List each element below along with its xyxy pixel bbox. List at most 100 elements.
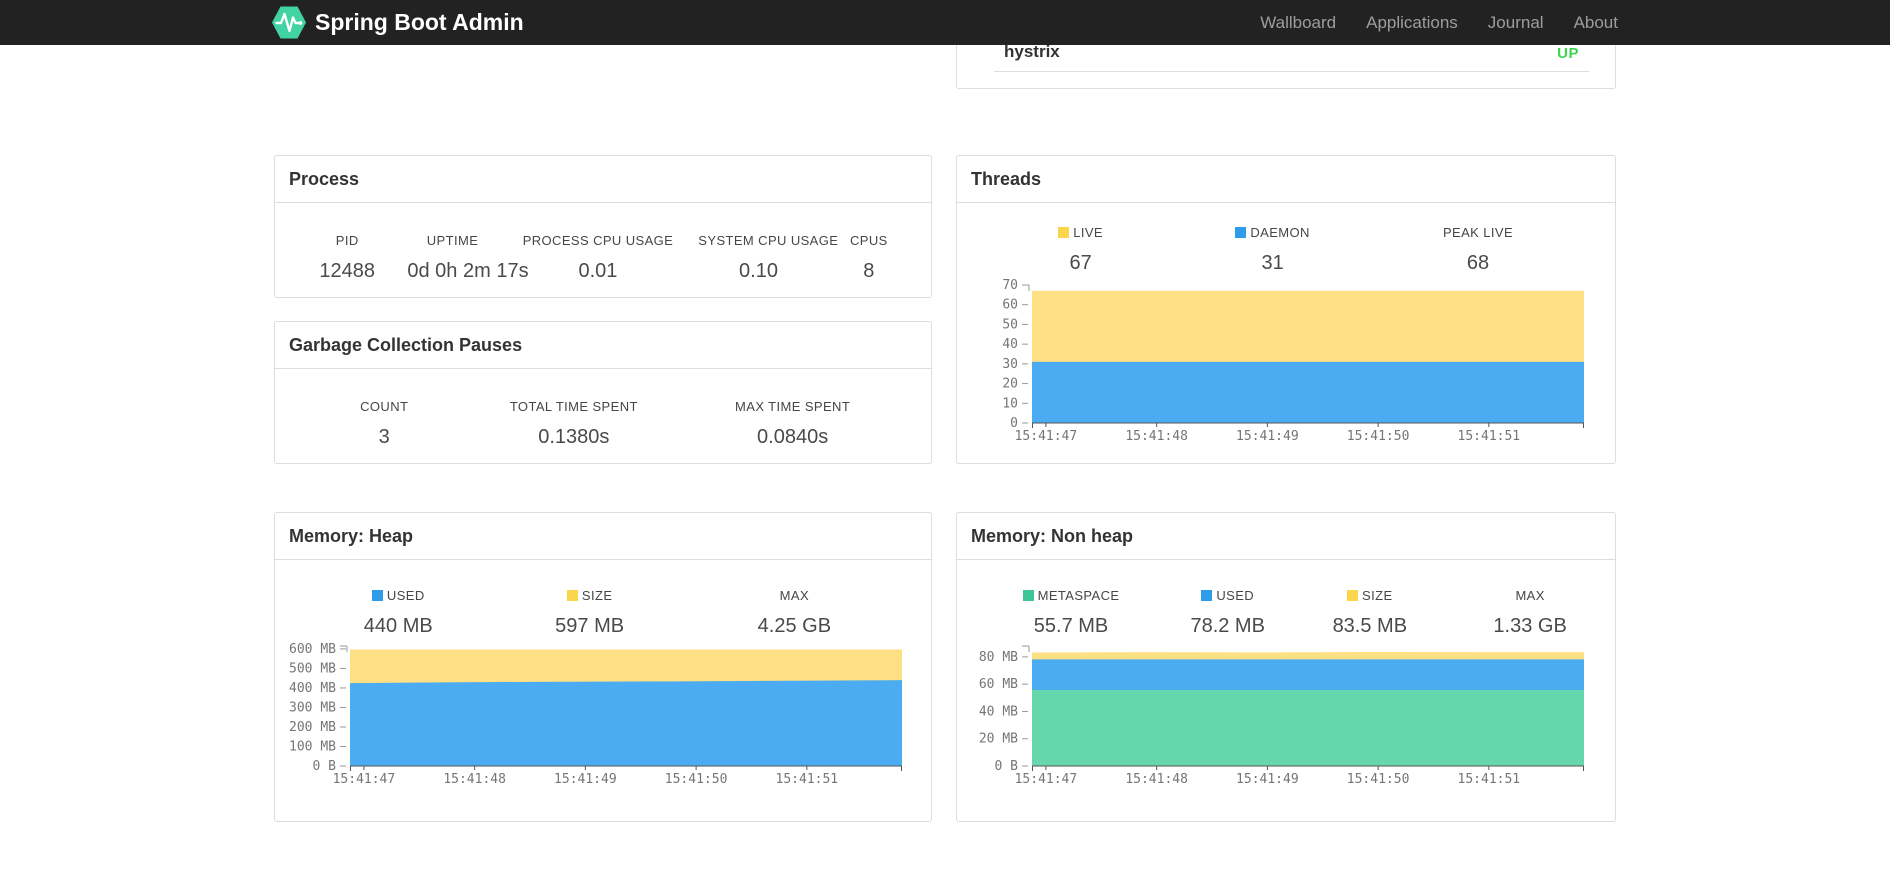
stat-size: SIZE 597 MB (510, 588, 670, 638)
brand-link[interactable]: Spring Boot Admin (272, 4, 524, 41)
gc-panel-title: Garbage Collection Pauses (275, 322, 931, 369)
stat-label: USED (287, 588, 510, 604)
stat-process-cpu-usage: PROCESS CPU USAGE 0.01 (498, 233, 699, 283)
svg-text:100 MB: 100 MB (289, 739, 336, 754)
svg-text:15:41:50: 15:41:50 (665, 772, 728, 787)
stat-pid: PID 12488 (287, 233, 407, 283)
svg-text:15:41:47: 15:41:47 (1015, 429, 1078, 444)
svg-text:60: 60 (1002, 298, 1018, 313)
stat-value: 0d 0h 2m 17s (407, 260, 529, 282)
nav-item-about[interactable]: About (1559, 0, 1618, 45)
stat-cpus: CPUS 8 (819, 233, 919, 283)
application-name: hystrix (1004, 42, 1060, 61)
stat-value: 440 MB (363, 615, 433, 637)
process-panel-title: Process (275, 156, 931, 203)
svg-text:30: 30 (1002, 357, 1018, 372)
stat-label: PID (335, 233, 359, 248)
stat-value: 4.25 GB (757, 615, 832, 637)
svg-text:15:41:47: 15:41:47 (333, 772, 396, 787)
legend-swatch-used (1201, 590, 1213, 601)
svg-text:15:41:51: 15:41:51 (776, 772, 839, 787)
svg-text:10: 10 (1002, 396, 1018, 411)
svg-text:40 MB: 40 MB (979, 704, 1018, 719)
svg-text:15:41:47: 15:41:47 (1015, 772, 1078, 787)
pulse-hexagon-icon (272, 6, 306, 39)
svg-text:200 MB: 200 MB (289, 720, 336, 735)
stat-metaspace: METASPACE 55.7 MB (969, 588, 1173, 638)
stat-value: 0.1380s (538, 426, 610, 448)
threads-legend: LIVE 67 DAEMON 31 PEAK LIVE 68 (957, 203, 1615, 275)
threads-chart: 01020304050607015:41:47 15:41:48 15:41:49 1… (1002, 278, 1584, 444)
threads-panel-title: Threads (957, 156, 1615, 203)
memory-nonheap-legend: METASPACE 55.7 MB USED 78.2 MB SIZE 83.5 MB MA… (957, 560, 1615, 638)
svg-text:600 MB: 600 MB (289, 642, 336, 657)
stat-label: LIVE (969, 225, 1192, 241)
nav-item-wallboard[interactable]: Wallboard (1245, 0, 1351, 45)
svg-text:15:41:49: 15:41:49 (1236, 429, 1299, 444)
svg-text:20 MB: 20 MB (979, 732, 1018, 747)
application-row-hystrix[interactable]: hystrix UP (994, 42, 1589, 72)
memory-heap-panel: Memory: Heap USED 440 MB SIZE 597 MB MAX 4.25… (274, 512, 932, 822)
brand-label: Spring Boot Admin (315, 9, 524, 35)
navbar: Spring Boot Admin Wallboard Applications J… (0, 0, 1890, 45)
stat-label: COUNT (360, 399, 409, 414)
memory-nonheap-panel-title: Memory: Non heap (957, 513, 1615, 560)
nav-item-journal[interactable]: Journal (1473, 0, 1559, 45)
stat-value: 83.5 MB (1332, 615, 1408, 637)
stat-value: 3 (378, 426, 390, 448)
svg-text:15:41:49: 15:41:49 (554, 772, 617, 787)
stat-value: 67 (1069, 252, 1092, 274)
stat-peak-live: PEAK LIVE 68 (1353, 225, 1603, 275)
svg-text:15:41:48: 15:41:48 (1125, 429, 1188, 444)
svg-text:50: 50 (1002, 317, 1018, 332)
stat-value: 8 (863, 260, 875, 282)
svg-text:15:41:51: 15:41:51 (1458, 772, 1521, 787)
svg-text:15:41:48: 15:41:48 (443, 772, 506, 787)
process-stats: PID 12488 UPTIME 0d 0h 2m 17s PROCESS CPU US… (275, 203, 931, 283)
stat-label: MAX (779, 588, 810, 603)
svg-text:400 MB: 400 MB (289, 681, 336, 696)
svg-text:15:41:50: 15:41:50 (1347, 772, 1410, 787)
stat-label: PROCESS CPU USAGE (522, 233, 674, 248)
svg-text:15:41:51: 15:41:51 (1458, 429, 1521, 444)
stat-label: SIZE (510, 588, 670, 604)
stat-max: MAX 1.33 GB (1457, 588, 1603, 638)
legend-swatch-metaspace (1022, 590, 1034, 601)
stat-label: DAEMON (1192, 225, 1353, 241)
stat-label: USED (1173, 588, 1282, 604)
svg-text:300 MB: 300 MB (289, 700, 336, 715)
stat-label: SIZE (1282, 588, 1457, 604)
legend-swatch-used (371, 590, 383, 601)
svg-text:40: 40 (1002, 337, 1018, 352)
memory-nonheap-panel: Memory: Non heap METASPACE 55.7 MB USED 78.… (956, 512, 1616, 822)
stat-value: 597 MB (555, 615, 625, 637)
stat-value: 31 (1261, 252, 1284, 274)
svg-text:70: 70 (1002, 278, 1018, 293)
stat-label: UPTIME (426, 233, 479, 248)
memory-heap-chart: 0 B100 MB200 MB300 MB400 MB500 MB600 MB1… (289, 642, 902, 787)
stat-used: USED 78.2 MB (1173, 588, 1282, 638)
stat-count: COUNT 3 (287, 399, 481, 449)
stat-live: LIVE 67 (969, 225, 1192, 275)
stat-daemon: DAEMON 31 (1192, 225, 1353, 275)
nav-item-applications[interactable]: Applications (1351, 0, 1473, 45)
legend-swatch-daemon (1235, 227, 1247, 238)
stat-value: 1.33 GB (1493, 615, 1567, 637)
legend-swatch-size (1347, 590, 1359, 601)
legend-swatch-live (1058, 227, 1070, 238)
memory-nonheap-chart: 0 B20 MB40 MB60 MB80 MB15:41:47 15:41:48 1… (979, 645, 1584, 787)
svg-text:500 MB: 500 MB (289, 661, 336, 676)
stat-value: 0.10 (739, 260, 778, 282)
svg-text:15:41:49: 15:41:49 (1236, 772, 1299, 787)
stat-system-cpu-usage: SYSTEM CPU USAGE 0.10 (698, 233, 838, 283)
stat-value: 0.01 (578, 260, 618, 282)
stat-used: USED 440 MB (287, 588, 510, 638)
page: Spring Boot Admin Wallboard Applications J… (0, 0, 1890, 892)
status-badge: UP (1557, 45, 1579, 62)
legend-swatch-size (566, 590, 578, 601)
stat-label: PEAK LIVE (1442, 225, 1514, 240)
memory-heap-panel-title: Memory: Heap (275, 513, 931, 560)
stat-total-time-spent: TOTAL TIME SPENT 0.1380s (481, 399, 666, 449)
gc-stats: COUNT 3 TOTAL TIME SPENT 0.1380s MAX TIME SP… (275, 369, 931, 449)
process-panel: Process PID 12488 UPTIME 0d 0h 2m 17s PROCES… (274, 155, 932, 298)
